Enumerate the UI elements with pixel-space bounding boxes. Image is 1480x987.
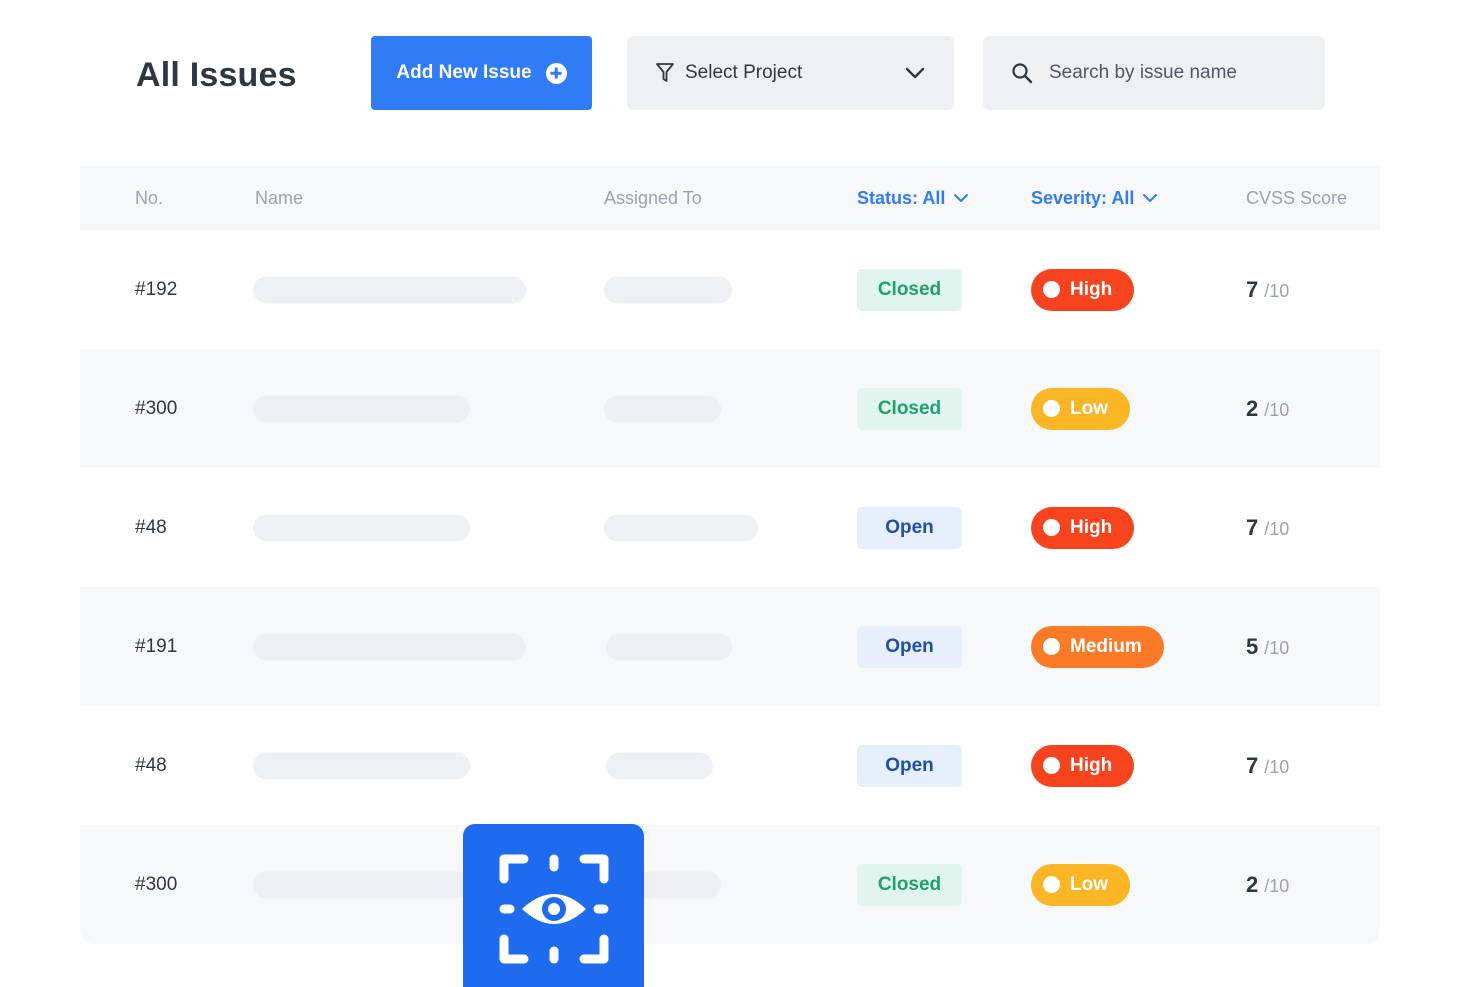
plus-circle-icon (545, 62, 567, 84)
assignee-placeholder (606, 633, 732, 660)
table-row[interactable]: #192 Closed High 7/10 (80, 230, 1380, 349)
status-badge: Closed (857, 863, 962, 906)
severity-filter-label: Severity: All (1031, 187, 1135, 208)
column-header-cvss: CVSS Score (1246, 187, 1348, 208)
select-project-dropdown[interactable]: Select Project (627, 36, 954, 110)
name-placeholder (253, 276, 526, 303)
table-row[interactable]: #300 Closed Low 2/10 (80, 825, 1380, 944)
column-header-name: Name (255, 187, 304, 208)
table-row[interactable]: #191 Open Medium 5/10 (80, 587, 1380, 706)
eye-scan-icon (499, 854, 608, 964)
severity-badge: Medium (1031, 625, 1164, 668)
search-box[interactable] (983, 36, 1325, 110)
select-project-label: Select Project (685, 62, 803, 83)
search-input[interactable] (1049, 62, 1289, 84)
severity-label: High (1070, 754, 1113, 776)
cvss-max: /10 (1264, 875, 1290, 896)
column-header-no: No. (135, 187, 164, 208)
name-placeholder (253, 395, 470, 422)
name-placeholder (253, 871, 470, 898)
search-icon (1012, 63, 1033, 84)
chevron-down-icon (1143, 194, 1158, 202)
table-header: No. Name Assigned To Status: All Severit… (80, 166, 1380, 230)
issue-number: #300 (135, 397, 178, 419)
severity-label: Low (1070, 397, 1108, 419)
cvss-score: 7/10 (1246, 515, 1289, 541)
severity-filter[interactable]: Severity: All (1031, 188, 1158, 209)
chevron-down-icon (954, 194, 969, 202)
name-placeholder (253, 633, 526, 660)
chevron-down-icon (905, 67, 925, 79)
cvss-value: 2 (1246, 395, 1259, 421)
severity-badge: High (1031, 744, 1135, 787)
severity-dot (1043, 400, 1060, 417)
status-badge: Closed (857, 387, 962, 430)
filter-icon (656, 63, 674, 82)
status-filter-label: Status: All (857, 187, 946, 208)
cvss-value: 7 (1246, 276, 1259, 302)
cvss-score: 5/10 (1246, 634, 1289, 660)
table-row[interactable]: #48 Open High 7/10 (80, 468, 1380, 587)
status-badge: Open (857, 744, 962, 787)
severity-label: Medium (1070, 635, 1142, 657)
status-badge: Closed (857, 268, 962, 311)
name-placeholder (253, 514, 470, 541)
table-row[interactable]: #300 Closed Low 2/10 (80, 349, 1380, 468)
cvss-max: /10 (1264, 637, 1290, 658)
issue-number: #192 (135, 278, 178, 300)
add-button-label: Add New Issue (396, 62, 532, 83)
eye-scan-badge (463, 824, 644, 987)
cvss-max: /10 (1264, 280, 1290, 301)
cvss-score: 2/10 (1246, 396, 1289, 422)
status-badge: Open (857, 506, 962, 549)
cvss-score: 7/10 (1246, 277, 1289, 303)
cvss-max: /10 (1264, 399, 1290, 420)
cvss-max: /10 (1264, 756, 1290, 777)
assignee-placeholder (604, 276, 732, 303)
severity-badge: Low (1031, 387, 1130, 430)
severity-dot (1043, 281, 1060, 298)
assignee-placeholder (604, 395, 721, 422)
issue-number: #191 (135, 635, 178, 657)
severity-badge: Low (1031, 863, 1130, 906)
issue-number: #300 (135, 873, 178, 895)
issue-number: #48 (135, 754, 167, 776)
severity-label: High (1070, 516, 1113, 538)
add-new-issue-button[interactable]: Add New Issue (371, 36, 592, 110)
issues-table: No. Name Assigned To Status: All Severit… (80, 166, 1380, 944)
assignee-placeholder (604, 514, 758, 541)
name-placeholder (253, 752, 470, 779)
severity-dot (1043, 519, 1060, 536)
status-badge: Open (857, 625, 962, 668)
severity-label: High (1070, 278, 1113, 300)
cvss-score: 2/10 (1246, 872, 1289, 898)
severity-dot (1043, 876, 1060, 893)
cvss-value: 7 (1246, 752, 1259, 778)
page-title: All Issues (136, 56, 297, 94)
severity-dot (1043, 638, 1060, 655)
status-filter[interactable]: Status: All (857, 188, 969, 209)
assignee-placeholder (606, 752, 713, 779)
severity-label: Low (1070, 873, 1108, 895)
cvss-max: /10 (1264, 518, 1290, 539)
cvss-value: 5 (1246, 633, 1259, 659)
cvss-value: 2 (1246, 871, 1259, 897)
issue-number: #48 (135, 516, 167, 538)
severity-badge: High (1031, 506, 1135, 549)
cvss-score: 7/10 (1246, 753, 1289, 779)
severity-badge: High (1031, 268, 1135, 311)
table-row[interactable]: #48 Open High 7/10 (80, 706, 1380, 825)
cvss-value: 7 (1246, 514, 1259, 540)
column-header-assigned-to: Assigned To (604, 187, 702, 208)
severity-dot (1043, 757, 1060, 774)
